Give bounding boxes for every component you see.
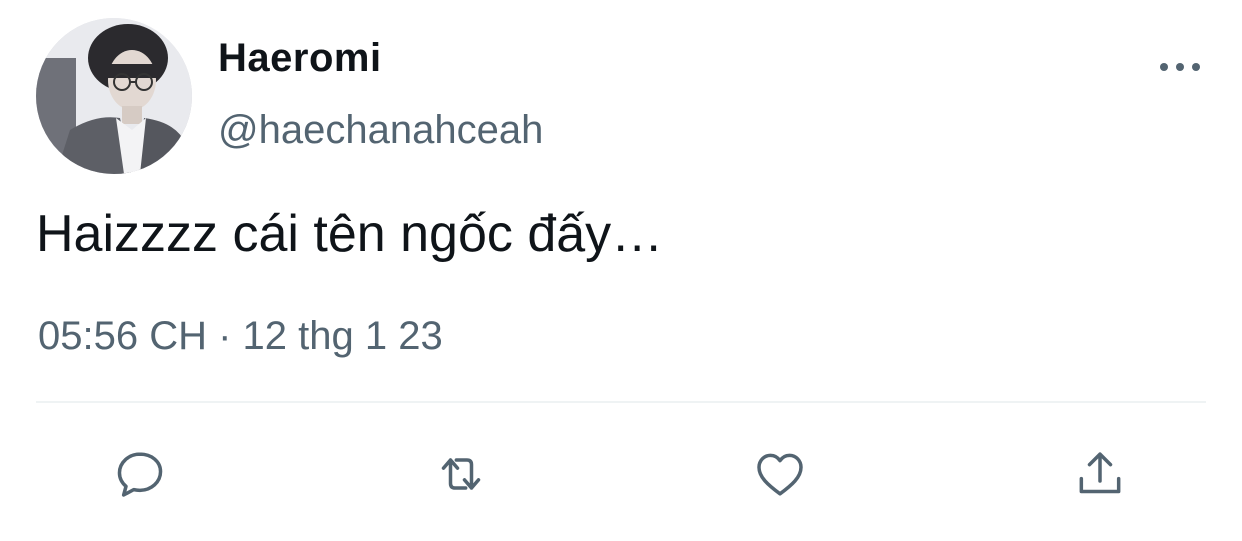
like-button[interactable] xyxy=(750,444,810,504)
retweet-button[interactable] xyxy=(431,444,491,504)
reply-icon xyxy=(117,452,163,497)
avatar[interactable] xyxy=(36,18,192,174)
more-options-icon[interactable] xyxy=(1156,52,1204,82)
tweet-timestamp[interactable]: 05:56 CH · 12 thg 1 23 xyxy=(38,314,443,359)
user-handle[interactable]: @haechanahceah xyxy=(218,108,543,153)
profile-photo-icon xyxy=(36,18,192,174)
divider xyxy=(36,401,1206,403)
heart-icon xyxy=(757,453,803,496)
tweet-text: Haizzzz cái tên ngốc đấy… xyxy=(36,205,664,263)
display-name[interactable]: Haeromi xyxy=(218,36,382,81)
share-icon xyxy=(1079,452,1121,494)
retweet-icon xyxy=(441,458,481,490)
share-button[interactable] xyxy=(1070,444,1130,504)
reply-button[interactable] xyxy=(110,444,170,504)
